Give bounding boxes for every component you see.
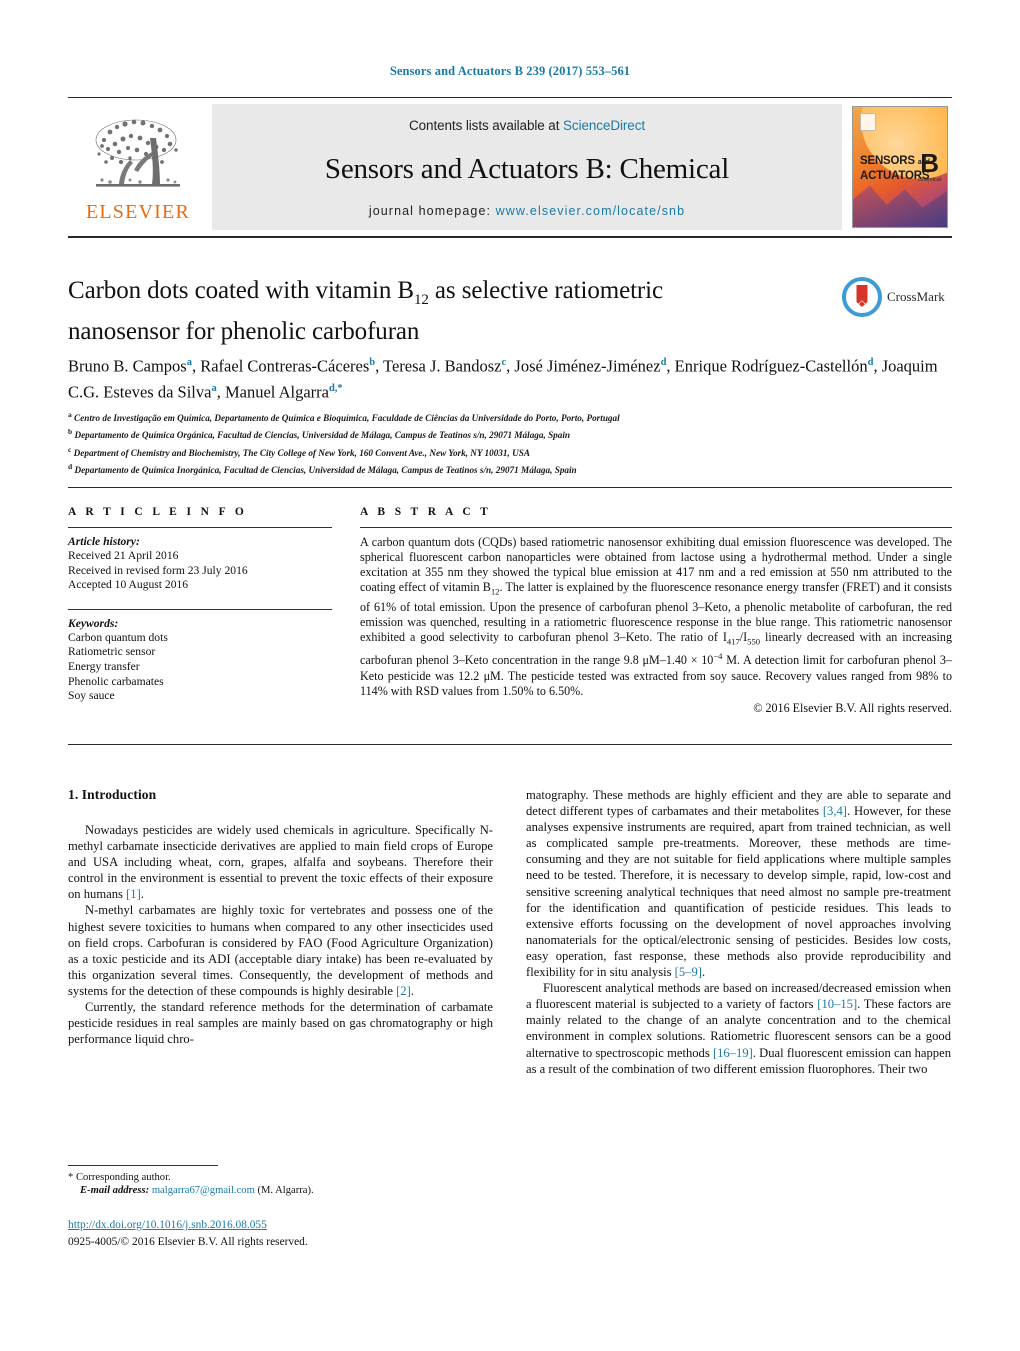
homepage-prefix: journal homepage: <box>368 204 496 218</box>
affiliation-text: Departamento de Química Orgánica, Facult… <box>74 430 571 441</box>
history-item: Accepted 10 August 2016 <box>68 578 189 592</box>
abstract-text: A carbon quantum dots (CQDs) based ratio… <box>360 535 953 698</box>
footnote-divider <box>68 1165 218 1166</box>
keyword-item: Phenolic carbamates <box>68 674 164 688</box>
cover-elsevier-mark-icon <box>860 113 876 131</box>
article-info-heading: A R T I C L E I N F O <box>68 506 248 518</box>
affiliation-mark: a <box>68 410 72 419</box>
affiliation-item: a Centro de Investigação em Química, Dep… <box>68 408 952 425</box>
paragraph: Currently, the standard reference method… <box>68 1000 493 1047</box>
journal-homepage-line: journal homepage: www.elsevier.com/locat… <box>369 204 685 218</box>
issn-copyright-line: 0925-4005/© 2016 Elsevier B.V. All right… <box>68 1236 308 1248</box>
corresponding-author-footnote: * Corresponding author. E-mail address: … <box>68 1165 493 1198</box>
crossmark-label: CrossMark <box>887 289 945 304</box>
abstract-copyright: © 2016 Elsevier B.V. All rights reserved… <box>753 700 952 715</box>
divider <box>68 608 332 610</box>
elsevier-logo: ELSEVIER <box>68 102 208 232</box>
affiliation-mark: d <box>68 461 73 471</box>
affiliation-item: b Departamento de Química Orgánica, Facu… <box>68 425 952 442</box>
corresponding-mark: * <box>68 1172 74 1183</box>
affiliation-mark: c <box>68 444 72 454</box>
affiliation-text: Departamento de Química Inorgánica, Facu… <box>74 464 577 475</box>
keyword-item: Soy sauce <box>68 689 115 703</box>
crossmark-badge[interactable]: CrossMark <box>842 277 952 317</box>
cover-line-1: SENSORS <box>860 155 915 167</box>
running-head: Sensors and Actuators B 239 (2017) 553–5… <box>389 64 631 78</box>
keyword-item: Energy transfer <box>68 659 140 673</box>
history-item: Received in revised form 23 July 2016 <box>68 563 248 577</box>
body-left-column: 1. Introduction Nowadays pesticides are … <box>68 787 493 1207</box>
email-line: E-mail address: malgarra67@gmail.com (M.… <box>68 1184 493 1197</box>
affiliation-text: Centro de Investigação em Química, Depar… <box>74 413 620 424</box>
paragraph: Nowadays pesticides are widely used chem… <box>68 823 493 902</box>
divider <box>360 527 952 528</box>
doi-block: http://dx.doi.org/10.1016/j.snb.2016.08.… <box>68 1218 568 1250</box>
email-link[interactable]: malgarra67@gmail.com <box>152 1185 255 1196</box>
affiliation-mark: b <box>68 427 73 437</box>
author-list: Bruno B. Camposa, Rafael Contreras-Cácer… <box>68 356 938 402</box>
title-subscript: 12 <box>413 292 429 308</box>
elsevier-wordmark: ELSEVIER <box>85 201 191 223</box>
doi-link[interactable]: http://dx.doi.org/10.1016/j.snb.2016.08.… <box>68 1218 568 1232</box>
affiliation-list: a Centro de Investigação em Química, Dep… <box>68 408 952 477</box>
elsevier-tree-icon <box>95 119 180 187</box>
cover-subtitle: Chemical <box>918 177 941 183</box>
cover-bottom-decoration <box>853 185 947 227</box>
sciencedirect-link[interactable]: ScienceDirect <box>563 118 645 133</box>
crossmark-icon <box>842 277 882 317</box>
article-title: Carbon dots coated with vitamin B12 as s… <box>68 275 808 347</box>
contents-available-line: Contents lists available at ScienceDirec… <box>409 118 645 133</box>
article-info-column: A R T I C L E I N F O Article history: R… <box>68 506 350 744</box>
journal-header-panel: Contents lists available at ScienceDirec… <box>212 104 842 230</box>
keywords-label: Keywords: <box>68 616 119 630</box>
cover-volume-letter: B <box>920 148 939 178</box>
article-history-label: Article history: <box>68 535 140 548</box>
title-part-2: as selective ratiometric <box>428 277 663 304</box>
info-abstract-band: A R T I C L E I N F O Article history: R… <box>68 487 952 745</box>
abstract-heading: A B S T R A C T <box>360 506 492 518</box>
keyword-item: Carbon quantum dots <box>68 630 168 644</box>
title-line-2: nanosensor for phenolic carbofuran <box>68 318 420 345</box>
paragraph: Fluorescent analytical methods are based… <box>526 981 951 1076</box>
journal-masthead: ELSEVIER Contents lists available at Sci… <box>68 97 952 238</box>
affiliation-item: c Department of Chemistry and Biochemist… <box>68 443 952 460</box>
journal-cover-thumbnail: SENSORS and ACTUATORS B Chemical <box>848 102 952 232</box>
title-part-1: Carbon dots coated with vitamin B <box>68 277 414 304</box>
corresponding-author-line: * Corresponding author. <box>68 1171 493 1184</box>
paragraph: N-methyl carbamates are highly toxic for… <box>68 903 493 998</box>
affiliation-text: Department of Chemistry and Biochemistry… <box>73 447 530 458</box>
title-area: Carbon dots coated with vitamin B12 as s… <box>68 275 952 347</box>
contents-prefix: Contents lists available at <box>408 118 564 133</box>
email-suffix: (M. Algarra). <box>257 1185 314 1197</box>
email-label: E-mail address: <box>80 1185 150 1197</box>
body-right-column: matography. These methods are highly eff… <box>526 787 951 1207</box>
body-columns: 1. Introduction Nowadays pesticides are … <box>68 787 952 1207</box>
corresponding-label: Corresponding author. <box>75 1172 171 1183</box>
divider <box>68 527 332 528</box>
paragraph: matography. These methods are highly eff… <box>526 788 951 980</box>
affiliation-item: d Departamento de Química Inorgánica, Fa… <box>68 460 952 477</box>
keyword-item: Ratiometric sensor <box>68 645 156 659</box>
journal-title: Sensors and Actuators B: Chemical <box>324 153 730 185</box>
history-item: Received 21 April 2016 <box>68 549 179 562</box>
abstract-column: A B S T R A C T A carbon quantum dots (C… <box>350 506 952 744</box>
section-title-introduction: 1. Introduction <box>68 787 157 802</box>
journal-homepage-url[interactable]: www.elsevier.com/locate/snb <box>496 204 686 218</box>
paper-page: Sensors and Actuators B 239 (2017) 553–5… <box>0 0 1020 1351</box>
cover-image: SENSORS and ACTUATORS B Chemical <box>852 106 948 228</box>
